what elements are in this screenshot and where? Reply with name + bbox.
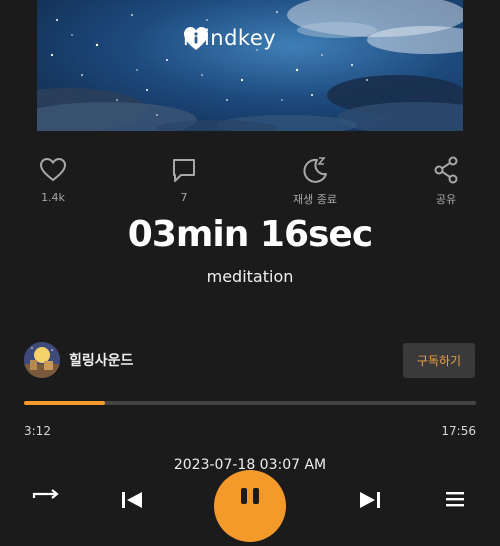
- action-bar: 1.4k 7 재생 종료 공유: [0, 155, 500, 215]
- sleep-timer-button[interactable]: 재생 종료: [285, 155, 345, 207]
- progress-fill: [24, 401, 106, 405]
- sleep-timer-label: 재생 종료: [293, 193, 337, 206]
- comment-count: 7: [180, 191, 188, 204]
- hero-artwork: mindkey: [37, 0, 463, 131]
- channel-info[interactable]: 힐링사운드: [24, 342, 133, 378]
- previous-icon[interactable]: [118, 488, 146, 508]
- night-sky-image: [37, 0, 463, 131]
- comment-button[interactable]: 7: [154, 155, 214, 204]
- like-count: 1.4k: [41, 191, 65, 204]
- avatar-image: [24, 342, 60, 378]
- playlist-icon[interactable]: [442, 488, 468, 508]
- elapsed-time: 3:12: [24, 424, 51, 438]
- mindkey-logo-icon: [184, 27, 208, 50]
- heart-icon: [39, 157, 67, 182]
- share-button[interactable]: 공유: [416, 155, 476, 207]
- next-icon[interactable]: [356, 488, 384, 508]
- sleep-timer-icon: [303, 157, 327, 183]
- repeat-icon[interactable]: [30, 488, 64, 508]
- share-label: 공유: [435, 193, 457, 206]
- like-button[interactable]: 1.4k: [23, 155, 83, 204]
- pause-icon: [241, 488, 259, 504]
- track-duration: 03min 16sec: [127, 214, 373, 255]
- track-category: meditation: [206, 267, 294, 286]
- brand: mindkey: [183, 26, 276, 50]
- subscribe-button[interactable]: 구독하기: [403, 343, 475, 378]
- channel-name[interactable]: 힐링사운드: [69, 350, 133, 370]
- channel-avatar[interactable]: [24, 342, 60, 378]
- progress-bar[interactable]: [24, 401, 476, 405]
- play-pause-button[interactable]: [214, 470, 286, 542]
- total-time: 17:56: [441, 424, 476, 438]
- share-icon: [434, 156, 458, 184]
- comment-icon: [173, 159, 195, 182]
